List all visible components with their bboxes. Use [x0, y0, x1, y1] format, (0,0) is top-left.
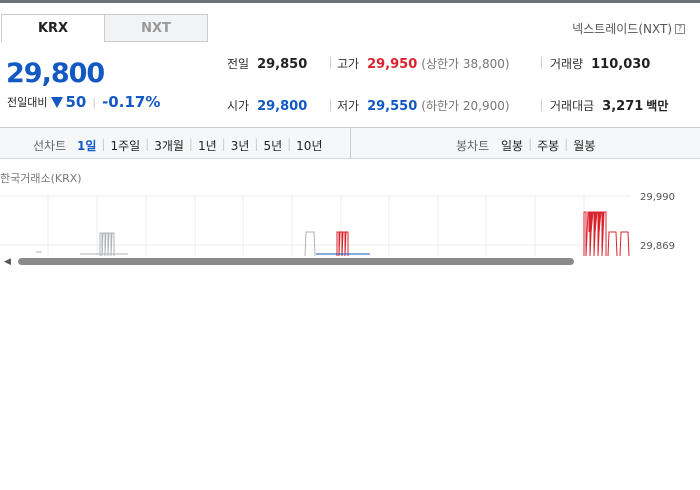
- stat-value: 110,030: [591, 57, 651, 72]
- divider: |: [188, 137, 193, 151]
- chart-title: 한국거래소(KRX): [0, 172, 82, 185]
- candle-period-tab-0[interactable]: 일봉: [501, 137, 523, 154]
- stat-upper-limit: (상한가 38,800): [421, 57, 510, 71]
- nxt-help-link[interactable]: 넥스트레이드(NXT) ?: [572, 20, 685, 37]
- stat-lower-limit: (하한가 20,900): [421, 99, 510, 113]
- period-tab-0[interactable]: 1일: [77, 137, 96, 154]
- scroll-left-arrow-icon[interactable]: ◀: [4, 257, 11, 267]
- stat-unit: 백만: [646, 99, 669, 113]
- divider: [330, 57, 331, 69]
- period-tab-2[interactable]: 3개월: [154, 137, 184, 154]
- stat-open: 시가 29,800: [227, 97, 307, 114]
- divider: |: [528, 137, 533, 151]
- period-tab-3[interactable]: 1년: [198, 137, 217, 154]
- candle-period-tab-1[interactable]: 주봉: [537, 137, 559, 154]
- candle-chart-label: 봉차트: [456, 139, 490, 153]
- chart-toolbar: 선차트 1일 | 1주일 | 3개월 | 1년 | 3년 | 5년 | 10년 봉차트 일봉 | 주봉 | 월봉: [0, 127, 700, 159]
- stat-label: 거래대금: [550, 99, 595, 113]
- change-percent: -0.17%: [102, 93, 161, 111]
- stat-amount: 거래대금 3,271 백만: [550, 97, 668, 114]
- divider: [350, 128, 351, 159]
- divider: |: [92, 95, 97, 109]
- stat-value: 29,950: [367, 57, 418, 72]
- chart-scrollbar[interactable]: ◀: [0, 256, 700, 267]
- scroll-thumb[interactable]: [18, 258, 574, 265]
- tab-underline: [105, 41, 208, 42]
- candle-period-tab-2[interactable]: 월봉: [573, 137, 595, 154]
- change-value: 50: [65, 93, 87, 111]
- period-tab-4[interactable]: 3년: [231, 137, 250, 154]
- divider: [541, 57, 542, 69]
- current-price: 29,800: [6, 58, 105, 89]
- stat-value: 3,271: [602, 99, 644, 114]
- price-trace: [607, 231, 618, 256]
- tab-nxt[interactable]: NXT: [104, 14, 208, 42]
- price-trace: [336, 231, 349, 256]
- change-label: 전일대비: [7, 96, 48, 109]
- top-border: [0, 0, 700, 3]
- stat-label: 고가: [337, 57, 360, 71]
- stat-low: 저가 29,550 (하한가 20,900): [337, 97, 510, 114]
- divider: |: [564, 137, 569, 151]
- tab-krx[interactable]: KRX: [1, 14, 105, 42]
- stat-value: 29,800: [257, 99, 308, 114]
- nxt-link-label: 넥스트레이드(NXT): [572, 22, 672, 36]
- down-triangle-icon: [51, 96, 64, 108]
- stat-label: 거래량: [550, 57, 584, 71]
- price-change: 전일대비 50 | -0.17%: [7, 93, 160, 111]
- period-tab-1[interactable]: 1주일: [110, 137, 140, 154]
- price-trace: [304, 231, 316, 256]
- stat-label: 저가: [337, 99, 360, 113]
- divider: [541, 99, 542, 111]
- period-tab-6[interactable]: 10년: [296, 137, 322, 154]
- stat-volume: 거래량 110,030: [550, 55, 650, 72]
- y-tick-label: 29,869: [640, 241, 675, 252]
- divider: |: [254, 137, 259, 151]
- divider: |: [221, 137, 226, 151]
- candle-period-tabs: 일봉 | 주봉 | 월봉: [501, 137, 595, 154]
- line-period-tabs: 1일 | 1주일 | 3개월 | 1년 | 3년 | 5년 | 10년: [77, 137, 322, 154]
- stat-value: 29,850: [257, 57, 308, 72]
- divider: [330, 99, 331, 111]
- stat-value: 29,550: [367, 99, 418, 114]
- stat-high: 고가 29,950 (상한가 38,800): [337, 55, 510, 72]
- help-icon[interactable]: ?: [675, 23, 685, 34]
- stat-label: 시가: [227, 99, 250, 113]
- divider: |: [101, 137, 106, 151]
- line-chart-label: 선차트: [33, 139, 67, 153]
- intraday-chart: 29,990 29,869: [0, 188, 700, 256]
- stat-prev-close: 전일 29,850: [227, 55, 307, 72]
- y-tick-label: 29,990: [640, 192, 675, 203]
- price-trace: [619, 231, 630, 256]
- period-tab-5[interactable]: 5년: [263, 137, 282, 154]
- stat-label: 전일: [227, 57, 250, 71]
- divider: |: [145, 137, 150, 151]
- chart-svg: 29,990 29,869: [0, 192, 675, 256]
- divider: |: [287, 137, 292, 151]
